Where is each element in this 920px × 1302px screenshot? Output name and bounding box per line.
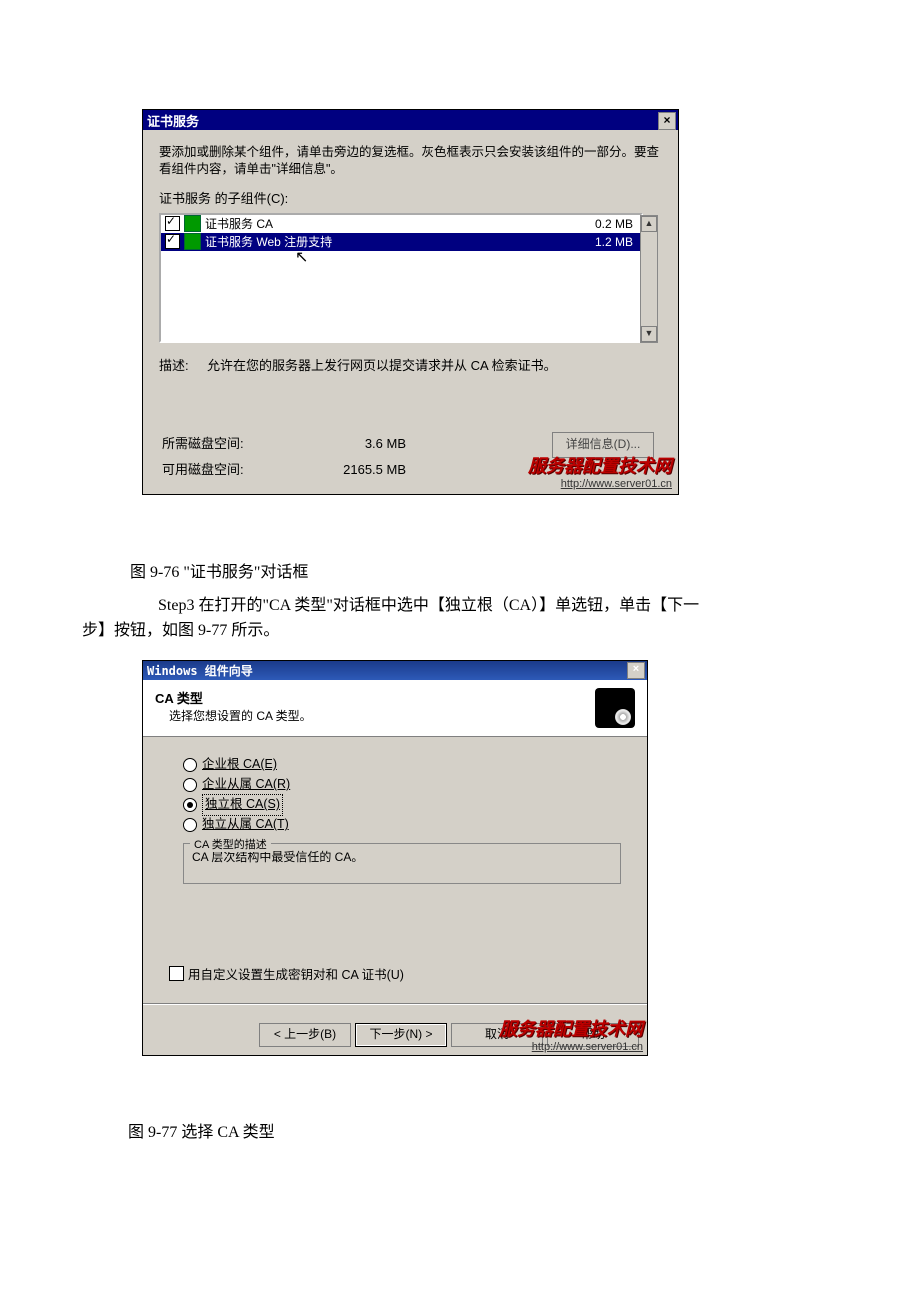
checkbox-icon[interactable] xyxy=(165,234,180,249)
wizard-subtitle: 选择您想设置的 CA 类型。 xyxy=(169,707,312,724)
radio-label: 独立从属 CA(T) xyxy=(202,815,289,834)
radio-icon[interactable] xyxy=(183,758,197,772)
ca-description-box: CA 类型的描述 CA 层次结构中最受信任的 CA。 xyxy=(183,843,621,884)
ca-type-radio-group: 企业根 CA(E) 企业从属 CA(R) 独立根 CA(S) 独立从属 CA(T… xyxy=(183,755,621,835)
watermark-text: 服务器配置技术网 xyxy=(499,1015,643,1041)
subcomponents-label: 证书服务 的子组件(C): xyxy=(159,188,662,207)
disk-available-value: 2165.5 MB xyxy=(343,462,406,477)
radio-icon[interactable] xyxy=(183,778,197,792)
next-button[interactable]: 下一步(N) > xyxy=(355,1023,447,1047)
para-line1: Step3 在打开的"CA 类型"对话框中选中【独立根（CA）】单选钮，单击【下… xyxy=(158,597,699,614)
description-text: 允许在您的服务器上发行网页以提交请求并从 CA 检索证书。 xyxy=(207,355,557,374)
list-item[interactable]: 证书服务 Web 注册支持 1.2 MB xyxy=(161,233,641,251)
back-button[interactable]: < 上一步(B) xyxy=(259,1023,351,1047)
subcomponents-listbox[interactable]: 证书服务 CA 0.2 MB 证书服务 Web 注册支持 1.2 MB ↖ ▲ … xyxy=(159,213,643,343)
para-line2: 步】按钮，如图 9-77 所示。 xyxy=(82,622,279,639)
radio-label: 独立根 CA(S) xyxy=(202,794,283,815)
cd-icon xyxy=(595,688,635,728)
component-icon xyxy=(184,233,201,250)
figure-caption: 图 9-76 "证书服务"对话框 xyxy=(130,558,308,582)
checkbox-icon[interactable] xyxy=(169,966,184,981)
disk-required-label: 所需磁盘空间: xyxy=(162,436,244,451)
list-item-size: 1.2 MB xyxy=(595,235,637,249)
radio-option[interactable]: 独立根 CA(S) xyxy=(183,795,621,815)
close-button[interactable]: × xyxy=(627,662,645,679)
instructions-text: 要添加或删除某个组件，请单击旁边的复选框。灰色框表示只会安装该组件的一部分。要查… xyxy=(159,144,662,178)
radio-icon[interactable] xyxy=(183,798,197,812)
custom-settings-label: 用自定义设置生成密钥对和 CA 证书(U) xyxy=(188,964,404,983)
component-icon xyxy=(184,215,201,232)
watermark-url: http://www.server01.cn xyxy=(499,1041,643,1053)
groupbox-legend: CA 类型的描述 xyxy=(190,836,271,852)
ca-type-dialog: Windows 组件向导 × CA 类型 选择您想设置的 CA 类型。 企业根 … xyxy=(142,660,648,1056)
dialog-title: Windows 组件向导 xyxy=(147,662,253,679)
custom-settings-row[interactable]: 用自定义设置生成密钥对和 CA 证书(U) xyxy=(169,964,621,983)
radio-label: 企业根 CA(E) xyxy=(202,755,277,774)
list-item-label: 证书服务 Web 注册支持 xyxy=(205,233,332,250)
radio-option[interactable]: 独立从属 CA(T) xyxy=(183,815,621,835)
scrollbar[interactable]: ▲ ▼ xyxy=(640,215,658,343)
list-item-size: 0.2 MB xyxy=(595,217,637,231)
close-button[interactable]: × xyxy=(658,112,676,130)
dialog-titlebar: Windows 组件向导 × xyxy=(143,661,647,680)
radio-option[interactable]: 企业根 CA(E) xyxy=(183,755,621,775)
radio-option[interactable]: 企业从属 CA(R) xyxy=(183,775,621,795)
radio-label: 企业从属 CA(R) xyxy=(202,775,290,794)
scroll-up-icon[interactable]: ▲ xyxy=(641,216,657,232)
radio-icon[interactable] xyxy=(183,818,197,832)
dialog-titlebar: 证书服务 × xyxy=(143,110,678,130)
wizard-buttons: < 上一步(B) 下一步(N) > 取消 帮助 服务器配置技术网 http://… xyxy=(143,1023,647,1055)
checkbox-icon[interactable] xyxy=(165,216,180,231)
watermark: 服务器配置技术网 http://www.server01.cn xyxy=(528,452,672,490)
dialog-title: 证书服务 xyxy=(147,111,199,130)
list-item-label: 证书服务 CA xyxy=(205,215,273,232)
body-paragraph: Step3 在打开的"CA 类型"对话框中选中【独立根（CA）】单选钮，单击【下… xyxy=(82,594,842,644)
wizard-title: CA 类型 xyxy=(155,688,312,707)
scroll-down-icon[interactable]: ▼ xyxy=(641,326,657,342)
separator xyxy=(143,1003,647,1005)
list-item[interactable]: 证书服务 CA 0.2 MB xyxy=(161,215,641,233)
figure-caption: 图 9-77 选择 CA 类型 xyxy=(128,1118,275,1142)
description-label: 描述: xyxy=(159,355,207,374)
watermark-text: 服务器配置技术网 xyxy=(528,452,672,478)
disk-required-value: 3.6 MB xyxy=(365,436,406,451)
cursor-icon: ↖ xyxy=(295,247,308,267)
ca-description-text: CA 层次结构中最受信任的 CA。 xyxy=(192,850,363,864)
wizard-header: CA 类型 选择您想设置的 CA 类型。 xyxy=(143,680,647,737)
cert-services-dialog: 证书服务 × 要添加或删除某个组件，请单击旁边的复选框。灰色框表示只会安装该组件… xyxy=(142,109,679,495)
watermark-url: http://www.server01.cn xyxy=(528,478,672,490)
watermark: 服务器配置技术网 http://www.server01.cn xyxy=(499,1015,643,1053)
disk-available-label: 可用磁盘空间: xyxy=(162,462,244,477)
